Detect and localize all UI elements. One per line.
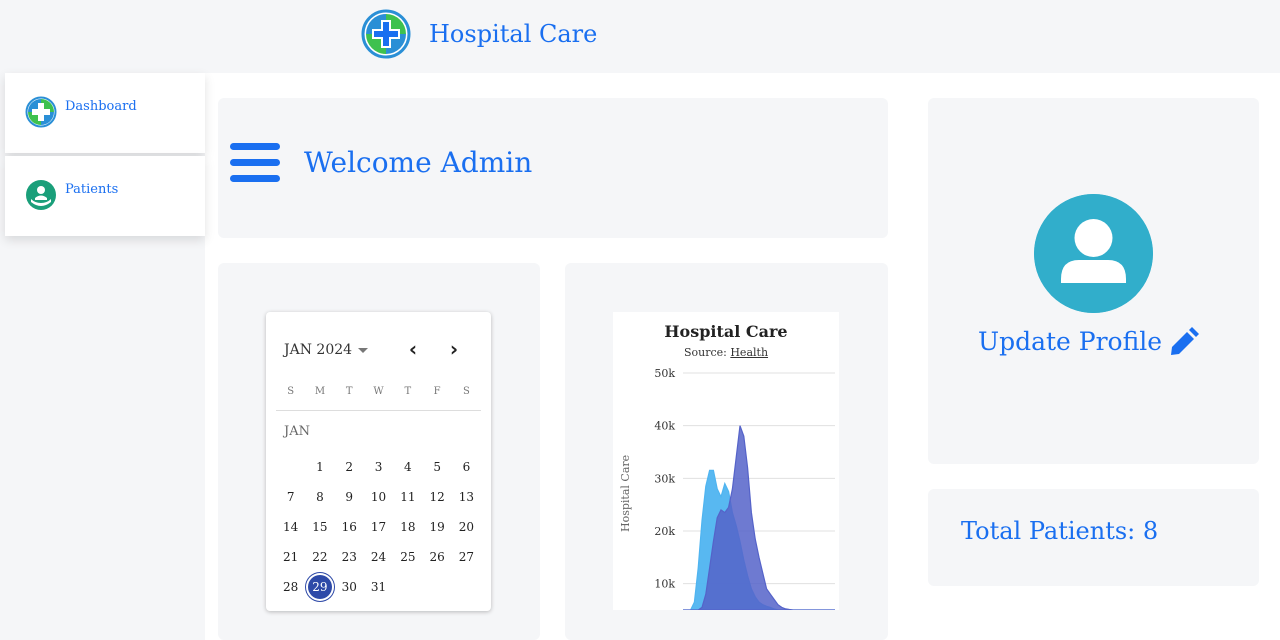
profile-card: Update Profile	[928, 98, 1259, 464]
days-grid: 1 2 3 4 5 6 7 8 9 10 11 12 13 14 15 16 17 18 19 20 21 22 23 24 2…	[276, 452, 481, 602]
welcome-heading: Welcome Admin	[304, 146, 533, 179]
sidebar-item-label: Patients	[65, 182, 119, 197]
weekday-header: SMTWTFS	[276, 386, 481, 397]
calendar-day[interactable]: 2	[335, 452, 364, 482]
calendar-day[interactable]: 17	[364, 512, 393, 542]
hospital-logo-icon	[25, 96, 57, 128]
calendar-day[interactable]: 24	[364, 542, 393, 572]
calendar-day[interactable]: 20	[452, 512, 481, 542]
calendar-day[interactable]: 23	[335, 542, 364, 572]
y-tick-label: 30k	[654, 472, 675, 485]
calendar-day[interactable]: 16	[335, 512, 364, 542]
calendar-day[interactable]: 14	[276, 512, 305, 542]
total-patients-card: Total Patients: 8	[928, 489, 1259, 586]
brand[interactable]: Hospital Care	[361, 9, 597, 59]
calendar-day[interactable]: 9	[335, 482, 364, 512]
sidebar-item-label: Dashboard	[65, 99, 137, 114]
weekday-label: F	[433, 386, 441, 397]
calendar-day[interactable]: 1	[305, 452, 334, 482]
chart-card: Hospital Care Source: Health Hospital Ca…	[565, 263, 888, 640]
update-profile-label: Update Profile	[978, 326, 1163, 356]
next-month-button[interactable]: ›	[443, 338, 465, 360]
y-tick-label: 20k	[654, 525, 675, 538]
calendar-day[interactable]: 27	[452, 542, 481, 572]
weekday-label: S	[287, 386, 295, 397]
sidebar: Dashboard Patients	[0, 73, 205, 640]
calendar-day[interactable]: 11	[393, 482, 422, 512]
month-label: JAN	[284, 424, 310, 439]
menu-icon[interactable]	[230, 143, 280, 189]
empty-day-cell	[276, 452, 305, 482]
calendar-day[interactable]: 25	[393, 542, 422, 572]
divider	[276, 410, 481, 411]
total-patients-text: Total Patients: 8	[961, 517, 1159, 545]
top-header: Hospital Care	[0, 0, 1280, 73]
calendar-day[interactable]: 19	[422, 512, 451, 542]
calendar-day[interactable]: 21	[276, 542, 305, 572]
weekday-label: W	[373, 386, 384, 397]
month-year-selector[interactable]: JAN 2024	[284, 342, 369, 358]
calendar-day[interactable]: 7	[276, 482, 305, 512]
calendar-day[interactable]: 15	[305, 512, 334, 542]
calendar-day[interactable]: 8	[305, 482, 334, 512]
calendar-day[interactable]: 13	[452, 482, 481, 512]
y-tick-label: 10k	[654, 578, 675, 591]
calendar-day[interactable]: 4	[393, 452, 422, 482]
calendar-day[interactable]: 22	[305, 542, 334, 572]
weekday-label: T	[404, 386, 412, 397]
calendar-day[interactable]: 10	[364, 482, 393, 512]
y-tick-label: 50k	[654, 367, 675, 380]
user-avatar-icon[interactable]	[1034, 194, 1153, 313]
hospital-logo-icon	[361, 9, 411, 59]
sidebar-item-dashboard[interactable]: Dashboard	[5, 73, 205, 153]
app-title: Hospital Care	[429, 20, 598, 48]
update-profile-button[interactable]: Update Profile	[978, 324, 1202, 358]
calendar-day[interactable]: 28	[276, 572, 305, 602]
weekday-label: M	[314, 386, 326, 397]
sidebar-item-patients[interactable]: Patients	[5, 156, 205, 236]
welcome-card: Welcome Admin	[218, 98, 888, 238]
month-year-label: JAN 2024	[284, 342, 353, 358]
calendar-day[interactable]: 6	[452, 452, 481, 482]
area-chart: Hospital Care Source: Health Hospital Ca…	[613, 312, 839, 610]
calendar-day[interactable]: 12	[422, 482, 451, 512]
chart-plot: 10k 20k 30k 40k 50k	[654, 367, 835, 610]
calendar-day[interactable]: 5	[422, 452, 451, 482]
previous-month-button[interactable]: ‹	[402, 338, 424, 360]
calendar-day[interactable]: 26	[422, 542, 451, 572]
calendar-card: JAN 2024 ‹ › SMTWTFS JAN 1 2 3 4 5 6 7 8 9 10 11 12…	[218, 263, 540, 640]
calendar: JAN 2024 ‹ › SMTWTFS JAN 1 2 3 4 5 6 7 8 9 10 11 12…	[266, 312, 491, 611]
y-tick-label: 40k	[654, 420, 675, 433]
calendar-day[interactable]: 18	[393, 512, 422, 542]
weekday-label: S	[463, 386, 470, 397]
caret-down-icon	[358, 347, 369, 353]
patient-care-icon	[26, 180, 56, 210]
calendar-day[interactable]: 3	[364, 452, 393, 482]
calendar-day[interactable]: 31	[364, 572, 393, 602]
pencil-icon	[1171, 327, 1200, 355]
calendar-day[interactable]: 30	[335, 572, 364, 602]
weekday-label: T	[345, 386, 353, 397]
selected-day[interactable]: 29	[305, 572, 334, 602]
